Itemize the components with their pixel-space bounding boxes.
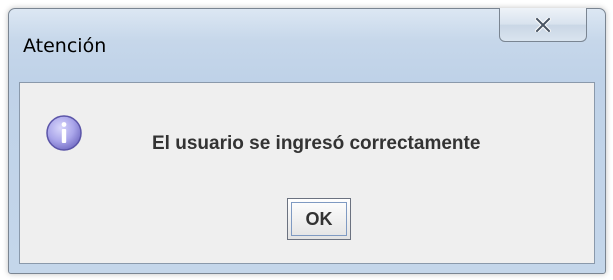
- dialog-title: Atención: [23, 35, 107, 57]
- close-button[interactable]: [499, 8, 587, 42]
- information-icon: [46, 115, 82, 151]
- dialog-message: El usuario se ingresó correctamente: [152, 133, 481, 154]
- dialog-window: Atención El usuario se ingresó correctam…: [8, 8, 606, 274]
- dialog-content: El usuario se ingresó correctamente OK: [19, 82, 595, 264]
- ok-button-label: OK: [305, 209, 333, 229]
- close-icon: [535, 17, 551, 32]
- title-bar[interactable]: Atención: [9, 8, 605, 81]
- ok-button[interactable]: OK: [287, 198, 351, 240]
